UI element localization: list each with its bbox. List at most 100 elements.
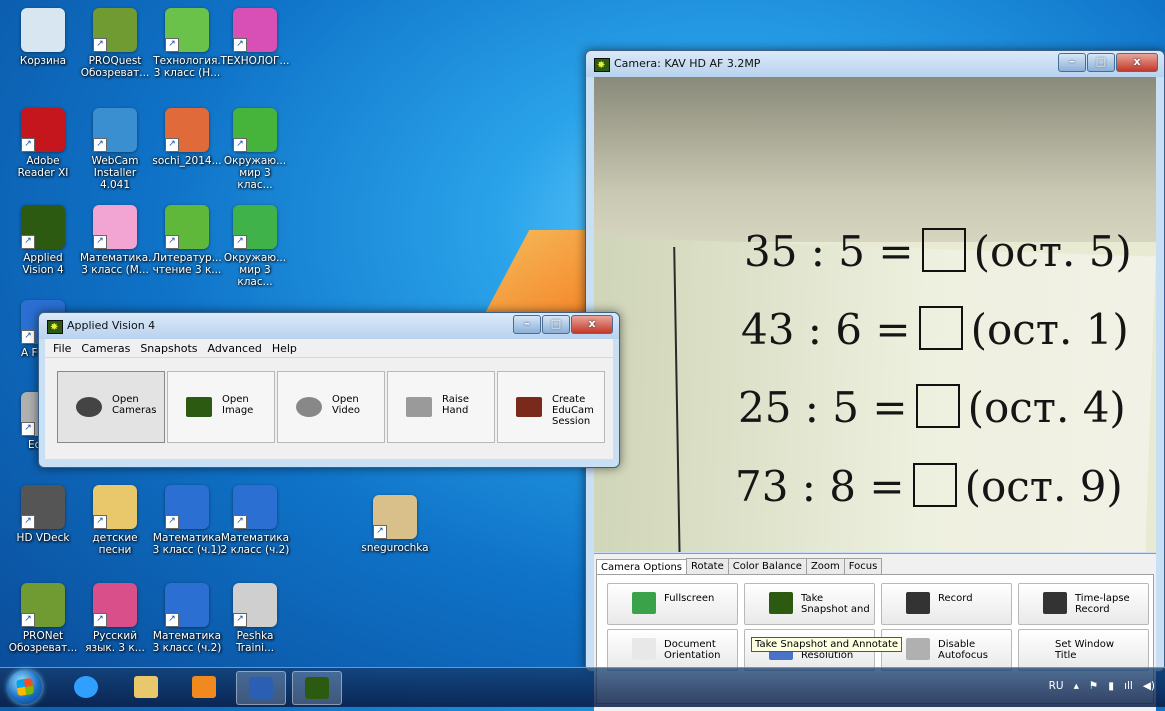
menu-bar: File Cameras Snapshots Advanced Help: [45, 339, 613, 358]
camera-window[interactable]: Camera: KAV HD AF 3.2MP – □ x 35 : 5 = (о…: [585, 50, 1165, 711]
menu-file[interactable]: File: [53, 342, 71, 355]
menu-help[interactable]: Help: [272, 342, 297, 355]
shortcut-arrow-icon: ↗: [233, 38, 247, 52]
desktop-icon[interactable]: ↗ Окружаю... мир 3 клас...: [220, 205, 290, 288]
answer-box: [915, 384, 960, 428]
desktop-icon[interactable]: ↗ Окружаю... мир 3 клас...: [220, 108, 290, 191]
taskbar-button[interactable]: [236, 671, 286, 705]
shortcut-arrow-icon: ↗: [233, 515, 247, 529]
taskbar-button[interactable]: [62, 671, 110, 703]
desktop-icon[interactable]: ↗ Peshka Traini...: [220, 583, 290, 654]
button-label: Document Orientation: [664, 639, 721, 661]
system-tray: RU ▴ ⚑ ▮ ıll ◀): [1049, 680, 1155, 692]
set-window-title-button[interactable]: Set Window Title: [1018, 629, 1149, 671]
tooltip: Take Snapshot and Annotate: [751, 637, 903, 652]
desktop-icon[interactable]: ↗ HD VDeck: [8, 485, 78, 544]
desktop-icon-label: Русский язык. 3 к...: [85, 630, 145, 654]
volume-icon[interactable]: ◀): [1143, 680, 1155, 692]
desktop-icon[interactable]: ↗ ТЕХНОЛОГ...: [220, 8, 290, 67]
file-explorer-icon: [134, 676, 158, 698]
close-button[interactable]: x: [1116, 53, 1158, 72]
desktop-icon[interactable]: ↗ Математика. 3 класс (М...: [80, 205, 151, 276]
menu-advanced[interactable]: Advanced: [207, 342, 261, 355]
taskbar-button[interactable]: [180, 671, 228, 703]
desktop-icon-label: sochi_2014...: [152, 155, 222, 167]
open-video-button[interactable]: Open Video: [277, 371, 385, 443]
show-hidden-icons-icon[interactable]: ▴: [1074, 680, 1079, 692]
menu-snapshots[interactable]: Snapshots: [140, 342, 197, 355]
maximize-button[interactable]: □: [542, 315, 570, 334]
desktop-icon[interactable]: ↗ PRONet Обозреват...: [8, 583, 78, 654]
book-icon: ↗: [93, 8, 137, 52]
maximize-button[interactable]: □: [1087, 53, 1115, 72]
desktop-icon[interactable]: ↗ Applied Vision 4: [8, 205, 78, 276]
shortcut-arrow-icon: ↗: [21, 235, 35, 249]
handwritten-equation: 35 : 5 = (ост. 5): [744, 227, 1132, 276]
av-titlebar[interactable]: Applied Vision 4 – □ x: [39, 313, 619, 341]
desktop-icon[interactable]: ↗ детские песни: [80, 485, 150, 556]
action-center-flag-icon[interactable]: ⚑: [1089, 680, 1098, 692]
record-button[interactable]: Record: [881, 583, 1012, 625]
button-label: Disable Autofocus: [938, 639, 988, 661]
desktop-icon[interactable]: ↗ Математика 3 класс (ч.1): [152, 485, 222, 556]
fullscreen-button[interactable]: Fullscreen: [607, 583, 738, 625]
shortcut-arrow-icon: ↗: [93, 38, 107, 52]
raise-hand-button[interactable]: Raise Hand: [387, 371, 495, 443]
document-orientation-button[interactable]: Document Orientation: [607, 629, 738, 671]
taskbar-button[interactable]: [292, 671, 342, 705]
battery-icon[interactable]: ▮: [1108, 680, 1114, 692]
av-toolbar: Open Cameras Open Image Open Video Raise Ha…: [45, 358, 613, 459]
tab-camera-options[interactable]: Camera Options: [596, 559, 688, 575]
minimize-button[interactable]: –: [1058, 53, 1086, 72]
document-orientation-icon: [632, 638, 656, 660]
take-snapshot-and-button[interactable]: Take Snapshot and: [744, 583, 875, 625]
network-signal-icon[interactable]: ıll: [1124, 680, 1133, 692]
desktop-icon[interactable]: ↗ snegurochka: [360, 495, 430, 554]
taskbar-button[interactable]: [122, 671, 170, 703]
close-button[interactable]: x: [571, 315, 613, 334]
desktop-icon[interactable]: ↗ Литератур... чтение 3 к...: [152, 205, 222, 276]
folder-icon: ↗: [93, 485, 137, 529]
desktop-icon[interactable]: ↗ Русский язык. 3 к...: [80, 583, 150, 654]
desktop-icon-label: Математика 2 класс (ч.2): [220, 532, 290, 556]
fish-icon: ↗: [233, 108, 277, 152]
open-image-button[interactable]: Open Image: [167, 371, 275, 443]
tab-focus[interactable]: Focus: [843, 558, 883, 574]
tab-zoom[interactable]: Zoom: [805, 558, 845, 574]
disable-autofocus-icon: [906, 638, 930, 660]
camera-window-titlebar[interactable]: Camera: KAV HD AF 3.2MP – □ x: [586, 51, 1164, 79]
answer-box: [921, 228, 966, 272]
shortcut-arrow-icon: ↗: [21, 138, 35, 152]
powerpoint-file-icon: ↗: [165, 108, 209, 152]
desktop-icon-label: Математика 3 класс (ч.2): [152, 630, 222, 654]
time-lapse-record-button[interactable]: Time-lapse Record: [1018, 583, 1149, 625]
desktop-icon[interactable]: ↗ WebCam Installer 4.041: [80, 108, 150, 191]
desktop-icon[interactable]: ↗ Adobe Reader XI: [8, 108, 78, 179]
create-educam-session-button[interactable]: Create EduCam Session: [497, 371, 605, 443]
fullscreen-icon: [632, 592, 656, 614]
image-icon: [186, 397, 212, 417]
desktop-icon[interactable]: Корзина: [8, 8, 78, 67]
open-cameras-button[interactable]: Open Cameras: [57, 371, 165, 443]
desktop-icon[interactable]: ↗ Математика 2 класс (ч.2): [220, 485, 290, 556]
webcam-icon: ↗: [93, 108, 137, 152]
start-button[interactable]: [8, 670, 42, 704]
shortcut-arrow-icon: ↗: [165, 138, 179, 152]
button-label: Raise Hand: [442, 394, 469, 416]
handwritten-equation: 25 : 5 = (ост. 4): [738, 383, 1126, 432]
desktop-icon[interactable]: ↗ Технология. 3 класс (Н...: [152, 8, 222, 79]
equation-remainder: (ост. 9): [964, 462, 1123, 511]
desktop-icon[interactable]: ↗ sochi_2014...: [152, 108, 222, 167]
internet-explorer-icon: [74, 676, 98, 698]
language-indicator[interactable]: RU: [1049, 680, 1064, 692]
word-icon: [249, 677, 273, 699]
desktop-icon[interactable]: ↗ PROQuest Обозреват...: [80, 8, 150, 79]
applied-vision-window[interactable]: Applied Vision 4 – □ x File Cameras Snapsh…: [38, 312, 620, 468]
tab-color-balance[interactable]: Color Balance: [727, 558, 807, 574]
desktop-icon-label: Peshka Traini...: [235, 630, 275, 654]
desktop-icon[interactable]: ↗ Математика 3 класс (ч.2): [152, 583, 222, 654]
tab-rotate[interactable]: Rotate: [686, 558, 729, 574]
minimize-button[interactable]: –: [513, 315, 541, 334]
menu-cameras[interactable]: Cameras: [81, 342, 130, 355]
desktop-icon-label: Окружаю... мир 3 клас...: [223, 155, 287, 191]
